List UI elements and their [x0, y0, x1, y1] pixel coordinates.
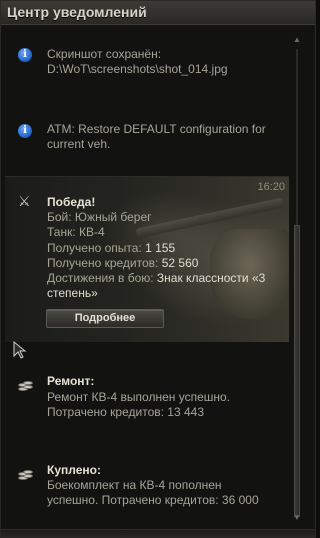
scroll-thumb[interactable] [294, 225, 300, 517]
notification-line: успешно. Потрачено кредитов: 36 000 [47, 493, 259, 507]
credits-value: 52 560 [161, 255, 199, 270]
battle-achievements: Достижения в бою: Знак классности «3 [47, 271, 287, 286]
mouse-cursor-icon [13, 341, 27, 359]
notification-purchase: Куплено: Боекомплект на КВ-4 пополнен ус… [5, 457, 289, 529]
notification-line: Скриншот сохранён: [47, 47, 162, 61]
info-icon: i [18, 48, 32, 62]
notification-battle-result: ⚔ 16:20 Победа! Бой: Южный берег Танк: К… [5, 176, 289, 342]
notification-text: Ремонт КВ-4 выполнен успешно. Потрачено … [47, 390, 287, 420]
notification-line: current veh. [47, 137, 111, 151]
notification-line: ATM: Restore DEFAULT configuration for [47, 122, 266, 136]
battle-credits: Получено кредитов: 52 560 [47, 256, 287, 271]
notification-time: 16:20 [257, 181, 285, 193]
battle-xp: Получено опыта: 1 155 [47, 241, 287, 256]
window-bottom-edge [1, 529, 315, 537]
battle-result-title: Победа! [47, 195, 96, 209]
credits-label: Получено кредитов: [47, 255, 162, 270]
achievements-value: Знак классности «3 [156, 271, 266, 286]
notification-list: i Скриншот сохранён: D:\WoT\screenshots\… [5, 29, 289, 529]
achievements-label: Достижения в бою: [47, 271, 157, 286]
notification-line: Потрачено кредитов: 13 443 [47, 405, 204, 419]
notification-repair: Ремонт: Ремонт КВ-4 выполнен успешно. По… [5, 366, 289, 436]
scroll-down-arrow-icon[interactable]: ▼ [291, 513, 303, 523]
credits-coins-icon [18, 376, 33, 391]
battle-map: Бой: Южный берег [47, 210, 152, 224]
scroll-up-arrow-icon[interactable]: ▲ [291, 35, 303, 45]
title-bar[interactable]: Центр уведомлений [1, 1, 315, 25]
battle-tank: Танк: КВ-4 [47, 225, 105, 240]
details-button[interactable]: Подробнее [46, 309, 164, 328]
screenshot-path: D:\WoT\screenshots\shot_014.jpg [47, 62, 228, 76]
notification-atm: i ATM: Restore DEFAULT configuration for… [5, 115, 289, 165]
notification-line: Ремонт КВ-4 выполнен успешно. [47, 390, 230, 404]
notification-title: Ремонт: [47, 374, 95, 388]
notification-title: Куплено: [47, 463, 101, 477]
notification-text: Боекомплект на КВ-4 пополнен успешно. По… [47, 478, 287, 508]
scrollbar[interactable]: ▲ ▼ [291, 35, 303, 523]
xp-value: 1 155 [145, 240, 176, 255]
notification-text: ATM: Restore DEFAULT configuration for c… [47, 122, 287, 152]
xp-label: Получено опыта: [47, 240, 146, 255]
achievements-value-cont: степень» [47, 286, 98, 301]
window-title: Центр уведомлений [7, 4, 147, 20]
battle-result-details: Бой: Южный берег Танк: КВ-4 Получено опы… [47, 210, 287, 302]
credits-coins-icon [18, 465, 33, 480]
notification-center-window: Центр уведомлений i Скриншот сохранён: D… [0, 0, 316, 538]
notification-line: Боекомплект на КВ-4 пополнен [47, 478, 222, 492]
info-icon: i [18, 124, 32, 138]
crossed-swords-icon: ⚔ [18, 193, 31, 209]
notification-text: Скриншот сохранён: D:\WoT\screenshots\sh… [47, 47, 287, 77]
notification-screenshot-saved: i Скриншот сохранён: D:\WoT\screenshots\… [5, 43, 289, 103]
